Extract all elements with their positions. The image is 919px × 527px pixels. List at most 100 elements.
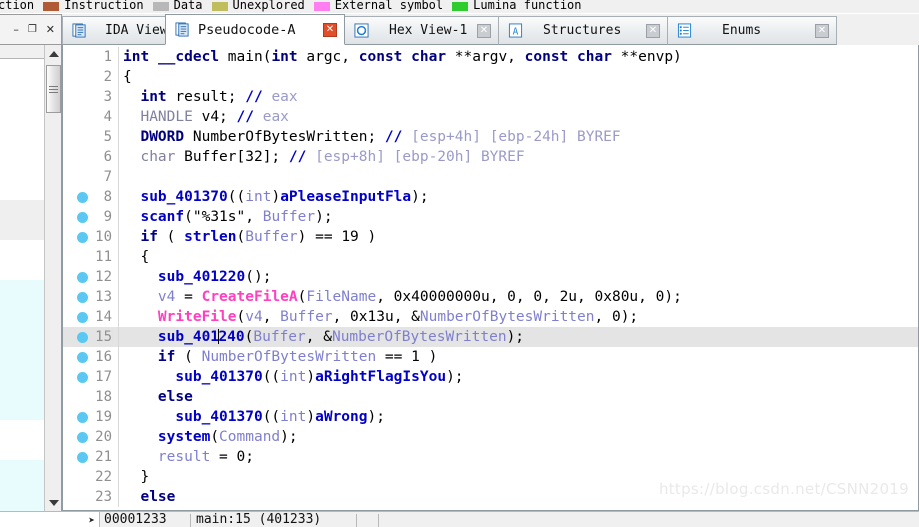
tab-close-icon[interactable]: ✕ bbox=[646, 23, 660, 38]
functions-panel-row[interactable] bbox=[0, 80, 44, 100]
code-text: char Buffer[32]; // [esp+8h] [ebp-20h] B… bbox=[119, 147, 524, 167]
code-line[interactable]: 20 system(Command); bbox=[63, 427, 918, 447]
code-token: int bbox=[280, 409, 307, 425]
scroll-up-icon[interactable] bbox=[45, 45, 61, 62]
close-icon[interactable]: ✕ bbox=[46, 24, 55, 35]
breakpoint-dot-icon[interactable] bbox=[77, 332, 88, 343]
code-token: ; bbox=[245, 449, 254, 465]
pseudocode-editor[interactable]: 1 int __cdecl main(int argc, const char *… bbox=[62, 45, 919, 511]
tab-structures[interactable]: A Structures ✕ bbox=[498, 16, 668, 45]
breakpoint-dot-icon[interactable] bbox=[77, 432, 88, 443]
breakpoint-dot-icon[interactable] bbox=[77, 292, 88, 303]
code-token: } bbox=[123, 469, 150, 485]
code-line[interactable]: 18 else bbox=[63, 387, 918, 407]
functions-panel-row[interactable] bbox=[0, 260, 44, 280]
code-line[interactable]: 14 WriteFile(v4, Buffer, 0x13u, &NumberO… bbox=[63, 307, 918, 327]
code-line[interactable]: 7 bbox=[63, 167, 918, 187]
breakpoint-dot-icon[interactable] bbox=[77, 412, 88, 423]
tab-close-icon[interactable]: ✕ bbox=[815, 23, 829, 38]
scrollbar-thumb[interactable] bbox=[46, 65, 61, 113]
code-line[interactable]: 1 int __cdecl main(int argc, const char *… bbox=[63, 47, 918, 67]
functions-panel-row[interactable] bbox=[0, 400, 44, 420]
tab-ida-view-a[interactable]: IDA View-A ✕ bbox=[62, 16, 206, 45]
functions-panel-row[interactable] bbox=[0, 120, 44, 140]
line-number: 8 bbox=[63, 187, 119, 207]
line-number: 16 bbox=[63, 347, 119, 367]
restore-icon[interactable]: ❐ bbox=[28, 24, 37, 35]
tab-hex-view-1[interactable]: Hex View-1 ✕ bbox=[344, 16, 499, 45]
breakpoint-dot-icon[interactable] bbox=[77, 212, 88, 223]
code-line[interactable]: 19 sub_401370((int)aWrong); bbox=[63, 407, 918, 427]
tab-close-icon[interactable]: ✕ bbox=[323, 22, 337, 37]
breakpoint-dot-icon[interactable] bbox=[77, 312, 88, 323]
functions-panel-row[interactable] bbox=[0, 420, 44, 440]
functions-panel-row[interactable] bbox=[0, 140, 44, 160]
code-line[interactable]: 2{ bbox=[63, 67, 918, 87]
functions-panel-row[interactable] bbox=[0, 300, 44, 320]
code-token: NumberOfBytesWritten bbox=[331, 329, 507, 345]
functions-panel-row[interactable] bbox=[0, 100, 44, 120]
code-token: HANDLE bbox=[140, 109, 193, 125]
code-token: FileName bbox=[306, 289, 377, 305]
code-line[interactable]: 9 scanf("%31s", Buffer); bbox=[63, 207, 918, 227]
functions-panel-row[interactable] bbox=[0, 480, 44, 500]
code-line[interactable]: 8 sub_401370((int)aPleaseInputFla); bbox=[63, 187, 918, 207]
status-separator bbox=[356, 514, 357, 527]
breakpoint-dot-icon[interactable] bbox=[77, 272, 88, 283]
code-line[interactable]: 6 char Buffer[32]; // [esp+8h] [ebp-20h]… bbox=[63, 147, 918, 167]
code-line[interactable]: 17 sub_401370((int)aRightFlagIsYou); bbox=[63, 367, 918, 387]
line-number: 18 bbox=[63, 387, 119, 407]
code-line[interactable]: 11 { bbox=[63, 247, 918, 267]
functions-panel-row[interactable] bbox=[0, 500, 44, 511]
code-token: ); bbox=[446, 369, 464, 385]
code-token: if bbox=[140, 229, 158, 245]
code-line[interactable]: 10 if ( strlen(Buffer) == 19 ) bbox=[63, 227, 918, 247]
code-token: { bbox=[123, 69, 132, 85]
breakpoint-dot-icon[interactable] bbox=[77, 192, 88, 203]
code-line[interactable]: 13 v4 = CreateFileA(FileName, 0x40000000… bbox=[63, 287, 918, 307]
code-token: , & bbox=[305, 329, 332, 345]
functions-panel-row[interactable] bbox=[0, 460, 44, 480]
functions-panel-row[interactable] bbox=[0, 180, 44, 200]
code-line[interactable]: 21 result = 0; bbox=[63, 447, 918, 467]
functions-panel-row[interactable] bbox=[0, 240, 44, 260]
code-token: ) bbox=[306, 409, 316, 425]
scroll-down-icon[interactable] bbox=[45, 494, 61, 511]
functions-panel-row[interactable] bbox=[0, 160, 44, 180]
functions-panel-row[interactable] bbox=[0, 60, 44, 80]
tab-pseudocode-a[interactable]: Pseudocode-A ✕ bbox=[165, 14, 345, 45]
minimize-icon[interactable]: – bbox=[13, 24, 19, 35]
breakpoint-dot-icon[interactable] bbox=[77, 372, 88, 383]
tab-enums[interactable]: Enums ✕ bbox=[667, 16, 837, 45]
line-number: 11 bbox=[63, 247, 119, 267]
code-line[interactable]: 15 sub_401240(Buffer, &NumberOfBytesWrit… bbox=[63, 327, 918, 347]
tab-label: Pseudocode-A bbox=[198, 21, 296, 38]
functions-panel-row[interactable] bbox=[0, 440, 44, 460]
breakpoint-dot-icon[interactable] bbox=[77, 232, 88, 243]
code-token: int bbox=[245, 189, 272, 205]
functions-panel-row[interactable] bbox=[0, 360, 44, 380]
functions-panel-scrollbar[interactable] bbox=[44, 45, 61, 511]
code-line[interactable]: 5 DWORD NumberOfBytesWritten; // [esp+4h… bbox=[63, 127, 918, 147]
functions-panel-row[interactable] bbox=[0, 220, 44, 240]
code-text: v4 = CreateFileA(FileName, 0x40000000u, … bbox=[119, 287, 682, 307]
code-line[interactable]: 4 HANDLE v4; // eax bbox=[63, 107, 918, 127]
code-token: ) bbox=[271, 189, 281, 205]
functions-panel-row[interactable] bbox=[0, 340, 44, 360]
breakpoint-dot-icon[interactable] bbox=[77, 352, 88, 363]
functions-panel-row[interactable] bbox=[0, 200, 44, 220]
tab-close-icon[interactable]: ✕ bbox=[477, 23, 491, 38]
code-line[interactable]: 12 sub_401220(); bbox=[63, 267, 918, 287]
code-token: 0x13u bbox=[350, 309, 394, 325]
code-line[interactable]: 3 int result; // eax bbox=[63, 87, 918, 107]
functions-panel-row[interactable] bbox=[0, 380, 44, 400]
code-line[interactable]: 16 if ( NumberOfBytesWritten == 1 ) bbox=[63, 347, 918, 367]
functions-panel-row[interactable] bbox=[0, 280, 44, 300]
breakpoint-dot-icon[interactable] bbox=[77, 452, 88, 463]
functions-panel-row[interactable] bbox=[0, 320, 44, 340]
